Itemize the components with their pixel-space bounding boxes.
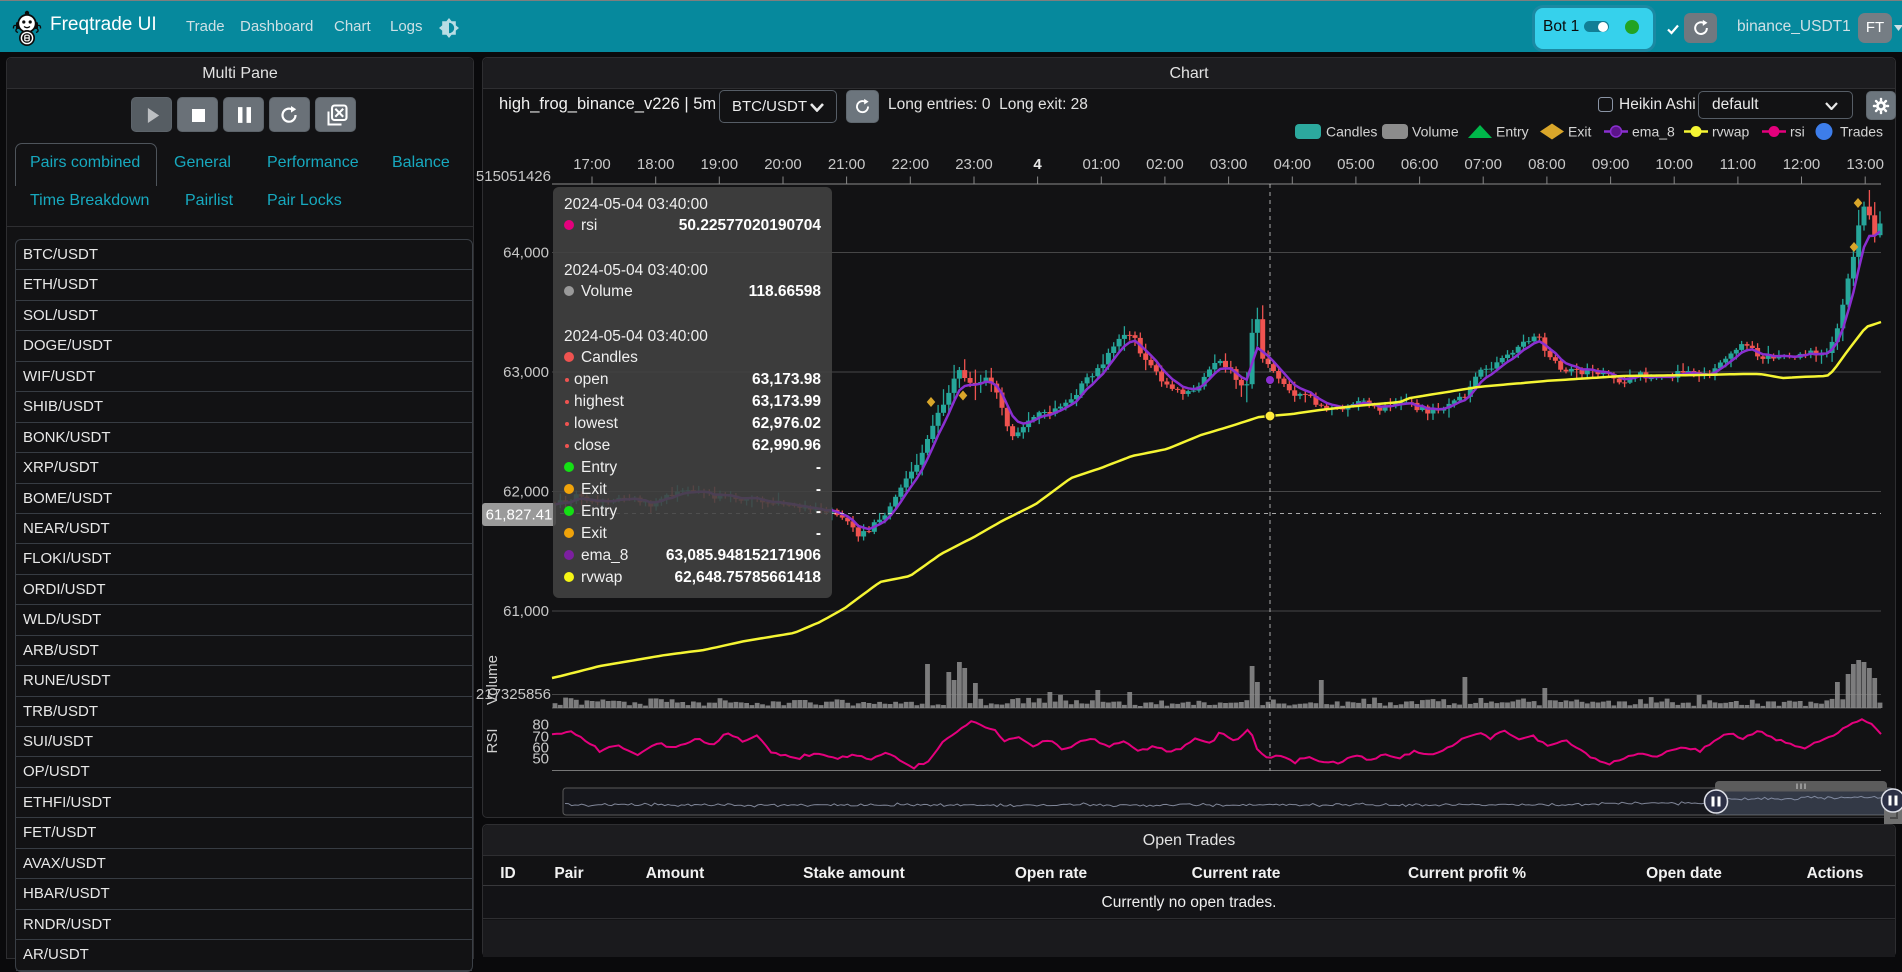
svg-text:4: 4 [1033, 156, 1042, 173]
svg-text:17:00: 17:00 [573, 156, 611, 173]
svg-text:05:00: 05:00 [1337, 156, 1375, 173]
svg-text:22:00: 22:00 [892, 156, 930, 173]
svg-text:64,000: 64,000 [503, 245, 549, 262]
svg-text:10:00: 10:00 [1655, 156, 1693, 173]
svg-text:61,827.41: 61,827.41 [486, 507, 553, 524]
svg-text:63,000: 63,000 [503, 364, 549, 381]
svg-text:19:00: 19:00 [701, 156, 739, 173]
svg-text:23:00: 23:00 [955, 156, 993, 173]
svg-text:62,000: 62,000 [503, 484, 549, 501]
svg-text:21:00: 21:00 [828, 156, 866, 173]
svg-text:11:00: 11:00 [1720, 156, 1756, 173]
svg-text:07:00: 07:00 [1464, 156, 1502, 173]
svg-text:50: 50 [532, 751, 549, 768]
svg-text:09:00: 09:00 [1592, 156, 1630, 173]
svg-text:61,000: 61,000 [503, 603, 549, 620]
svg-text:20:00: 20:00 [764, 156, 802, 173]
svg-text:13:00: 13:00 [1846, 156, 1884, 173]
svg-text:515051426: 515051426 [476, 168, 551, 185]
svg-text:Volume: Volume [484, 655, 501, 705]
svg-text:06:00: 06:00 [1401, 156, 1439, 173]
svg-text:RSI: RSI [484, 728, 501, 753]
svg-text:08:00: 08:00 [1528, 156, 1566, 173]
svg-text:04:00: 04:00 [1274, 156, 1312, 173]
svg-text:12:00: 12:00 [1783, 156, 1821, 173]
svg-text:01:00: 01:00 [1083, 156, 1121, 173]
svg-text:03:00: 03:00 [1210, 156, 1248, 173]
svg-text:18:00: 18:00 [637, 156, 675, 173]
svg-text:02:00: 02:00 [1146, 156, 1184, 173]
